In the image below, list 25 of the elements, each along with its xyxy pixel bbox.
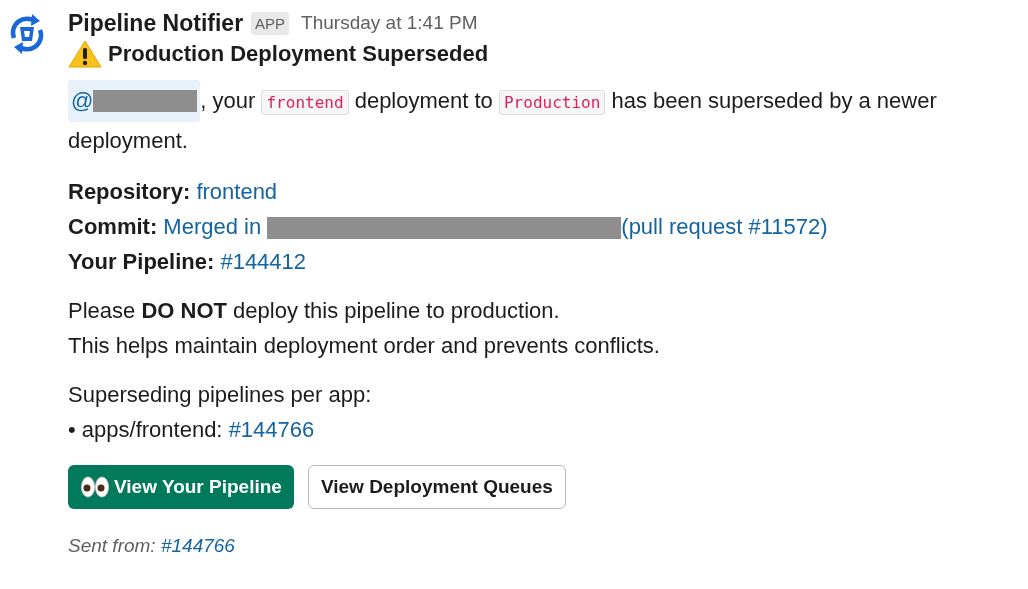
footer-link[interactable]: #144766 xyxy=(160,535,235,556)
field-line: Your Pipeline: #144412 xyxy=(68,248,308,276)
message-text: @ , your frontend deployment to Production has been superseded by a newer deployment. xyxy=(68,80,1028,160)
secondary-button[interactable]: View Deployment Queues xyxy=(307,465,566,509)
field-link[interactable]: #144412 xyxy=(220,249,307,274)
field-link[interactable]: frontend xyxy=(196,179,278,204)
sender-name[interactable]: Pipeline Notifier xyxy=(68,9,244,37)
notice-text: This helps maintain deployment order and prevents conflicts. xyxy=(68,332,661,360)
timestamp[interactable]: Thursday at 1:41 PM xyxy=(301,12,478,34)
warning-icon xyxy=(68,40,102,68)
inline-code: frontend xyxy=(261,90,349,115)
field-line: Repository: frontend xyxy=(68,178,279,206)
primary-button[interactable]: View Your Pipeline xyxy=(68,465,294,509)
field-link[interactable]: Merged in (pull request #11572) xyxy=(163,214,828,239)
user-mention[interactable]: @ xyxy=(68,80,201,122)
message-title: Production Deployment Superseded xyxy=(108,41,489,67)
notice-text: Please DO NOT deploy this pipeline to production. xyxy=(68,297,561,325)
list-item: • apps/frontend: #144766 xyxy=(68,416,316,444)
inline-code: Production xyxy=(499,90,606,115)
pipeline-link[interactable]: #144766 xyxy=(228,417,315,442)
footer-text: Sent from: #144766 xyxy=(68,535,236,557)
field-line: Commit: Merged in (pull request #11572) xyxy=(68,213,829,242)
app-badge: APP xyxy=(251,11,290,35)
list-heading: Superseding pipelines per app: xyxy=(68,381,373,409)
eyes-icon xyxy=(80,476,110,498)
